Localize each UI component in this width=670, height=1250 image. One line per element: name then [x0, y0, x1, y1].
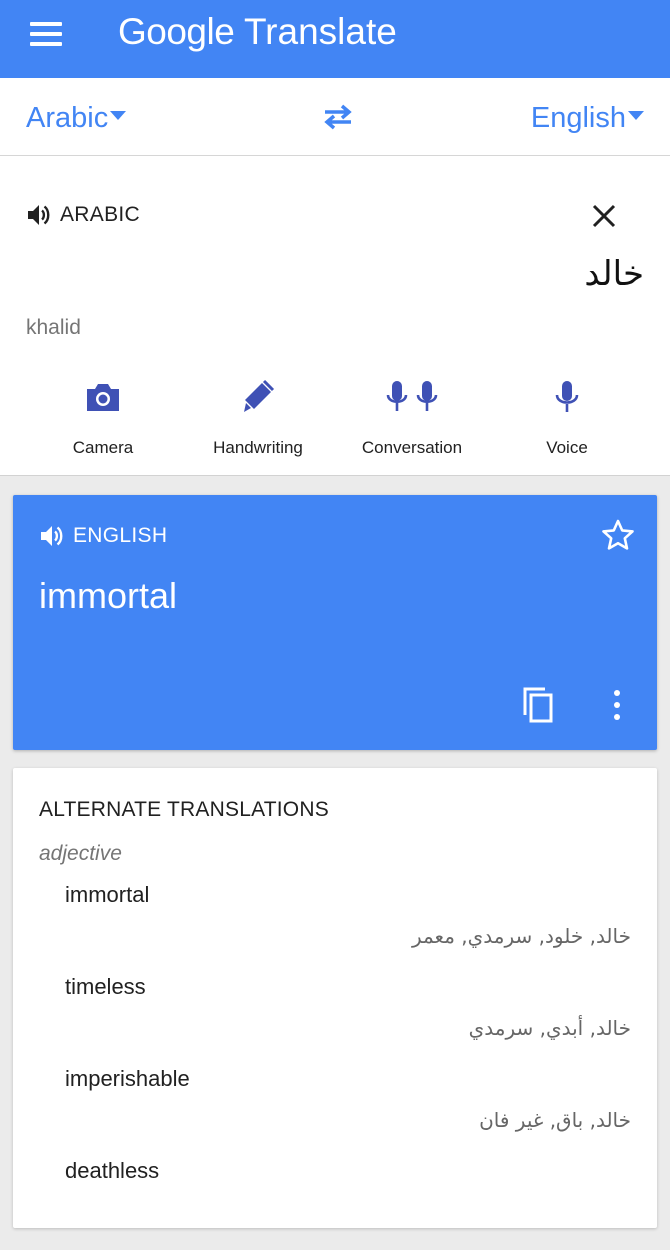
alternate-translations-card: ALTERNATE TRANSLATIONS adjective immorta…: [13, 768, 657, 1228]
target-language-label: English: [530, 102, 626, 134]
voice-label: Voice: [546, 438, 588, 457]
menu-icon[interactable]: [30, 22, 62, 46]
source-text[interactable]: خالد: [584, 254, 644, 294]
part-of-speech: adjective: [39, 842, 122, 865]
input-card: ARABIC خالد khalid Camera Handwriting Co…: [0, 156, 670, 476]
app-title-brand: Google: [118, 11, 235, 52]
input-tools: Camera Handwriting Conversation Voice: [0, 378, 670, 468]
swap-icon: [324, 104, 352, 130]
list-item[interactable]: imperishable خالد, باق, غير فان: [13, 1066, 657, 1158]
translation-result-card[interactable]: ENGLISH immortal: [13, 495, 657, 750]
alternate-word: imperishable: [65, 1066, 190, 1091]
handwriting-button[interactable]: Handwriting: [188, 378, 328, 458]
app-title: Google Translate: [118, 10, 397, 54]
source-language-select[interactable]: Arabic: [26, 100, 127, 136]
translated-text: immortal: [39, 575, 178, 616]
clear-input-button[interactable]: [590, 202, 618, 230]
target-language-select[interactable]: English: [531, 100, 644, 136]
camera-icon: [87, 384, 119, 411]
conversation-button[interactable]: Conversation: [342, 378, 482, 458]
source-language-heading: ARABIC: [60, 203, 140, 226]
reverse-translations: خالد, خلود, سرمدي, معمر: [411, 924, 631, 948]
alternate-word: immortal: [65, 882, 150, 907]
handwriting-label: Handwriting: [213, 438, 303, 457]
copy-icon: [523, 687, 553, 723]
copy-button[interactable]: [521, 685, 555, 725]
dropdown-caret-icon: [110, 110, 127, 120]
microphone-icon: [555, 381, 579, 412]
close-icon: [592, 204, 616, 228]
target-language-heading: ENGLISH: [73, 524, 168, 547]
star-icon: [602, 519, 634, 550]
more-options-button[interactable]: [609, 689, 625, 721]
voice-button[interactable]: Voice: [497, 378, 637, 458]
list-item[interactable]: deathless: [13, 1158, 657, 1250]
source-language-label: Arabic: [26, 102, 109, 134]
app-title-product: Translate: [243, 11, 397, 52]
alternate-translations-title: ALTERNATE TRANSLATIONS: [39, 798, 329, 821]
source-audio-button[interactable]: ARABIC: [26, 202, 140, 228]
reverse-translations: خالد, باق, غير فان: [479, 1108, 631, 1132]
alternate-list: immortal خالد, خلود, سرمدي, معمر timeles…: [13, 882, 657, 1250]
result-audio-button[interactable]: ENGLISH: [39, 523, 167, 549]
list-item[interactable]: immortal خالد, خلود, سرمدي, معمر: [13, 882, 657, 974]
language-bar: Arabic English: [0, 78, 670, 156]
save-phrase-button[interactable]: [600, 517, 636, 553]
list-item[interactable]: timeless خالد, أبدي, سرمدي: [13, 974, 657, 1066]
camera-label: Camera: [72, 438, 134, 457]
alternate-word: deathless: [65, 1158, 160, 1183]
swap-languages-button[interactable]: [320, 102, 356, 132]
speaker-icon: [41, 526, 63, 546]
conversation-mic-icon: [386, 381, 438, 411]
reverse-translations: خالد, أبدي, سرمدي: [468, 1016, 631, 1040]
more-vert-icon: [614, 690, 620, 720]
camera-button[interactable]: Camera: [33, 378, 173, 458]
conversation-label: Conversation: [361, 438, 463, 457]
pen-icon: [244, 379, 275, 412]
app-bar: Google Translate: [0, 0, 670, 78]
dropdown-caret-icon: [628, 110, 644, 120]
speaker-icon: [28, 205, 50, 225]
alternate-word: timeless: [65, 974, 146, 999]
transliteration: khalid: [26, 316, 81, 339]
